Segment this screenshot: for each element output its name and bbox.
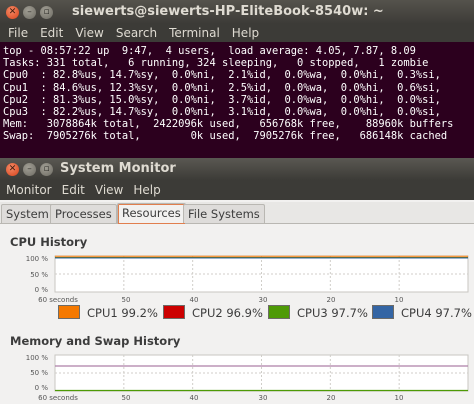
- tab-system[interactable]: System: [1, 204, 54, 223]
- sysmon-title: System Monitor: [60, 161, 176, 176]
- x-tick-60: 60 seconds: [38, 296, 78, 304]
- menu-monitor[interactable]: Monitor: [6, 183, 52, 197]
- menu-search[interactable]: Search: [116, 26, 157, 40]
- x-tick-50: 50: [122, 296, 131, 304]
- sysmon-menubar: Monitor Edit View Help: [0, 180, 474, 200]
- mem-x-tick-20: 20: [327, 394, 336, 402]
- cpu2-value: 96.9%: [226, 306, 263, 320]
- cpu4-legend: CPU4 97.7%: [401, 306, 472, 320]
- terminal-title: siewerts@siewerts-HP-EliteBook-8540w: ~: [72, 4, 384, 19]
- menu-edit[interactable]: Edit: [62, 183, 85, 197]
- top-summary-line: top - 08:57:22 up 9:47, 4 users, load av…: [3, 45, 416, 57]
- maximize-icon[interactable]: ▫: [40, 162, 53, 176]
- cpu-history-title: CPU History: [10, 235, 88, 249]
- minimize-icon[interactable]: –: [23, 162, 36, 176]
- y-tick-100: 100 %: [26, 255, 49, 263]
- maximize-icon[interactable]: ▫: [40, 5, 53, 19]
- menu-edit[interactable]: Edit: [40, 26, 63, 40]
- cpu4-color-swatch[interactable]: [372, 305, 394, 319]
- menu-file[interactable]: File: [8, 26, 28, 40]
- menu-view[interactable]: View: [95, 183, 123, 197]
- cpu3-name: CPU3: [297, 306, 328, 320]
- y-tick-50: 50 %: [30, 271, 48, 279]
- cpu2-line: Cpu2 : 81.3%us, 15.0%sy, 0.0%ni, 3.7%id,…: [3, 93, 441, 106]
- memory-history-graph: 100 % 50 % 0 % 60 seconds 50 40 30 20 10: [26, 354, 469, 402]
- cpu3-legend: CPU3 97.7%: [297, 306, 368, 320]
- cpu3-value: 97.7%: [331, 306, 368, 320]
- x-tick-40: 40: [190, 296, 199, 304]
- y-tick-0: 0 %: [35, 286, 49, 294]
- tasks-line: Tasks: 331 total, 6 running, 324 sleepin…: [3, 57, 429, 70]
- cpu0-line: Cpu0 : 82.8%us, 14.7%sy, 0.0%ni, 2.1%id,…: [3, 69, 441, 82]
- cpu1-name: CPU1: [87, 306, 118, 320]
- cpu1-line: Cpu1 : 84.6%us, 12.3%sy, 0.0%ni, 2.5%id,…: [3, 81, 441, 94]
- tab-processes[interactable]: Processes: [50, 204, 117, 223]
- swap-line: Swap: 7905276k total, 0k used, 7905276k …: [3, 130, 448, 143]
- terminal-titlebar[interactable]: ✕ – ▫ siewerts@siewerts-HP-EliteBook-854…: [0, 0, 474, 24]
- mem-y-tick-100: 100 %: [26, 354, 49, 362]
- mem-x-tick-60: 60 seconds: [38, 394, 78, 402]
- cpu2-color-swatch[interactable]: [163, 305, 185, 319]
- close-icon[interactable]: ✕: [6, 5, 19, 19]
- cpu4-value: 97.7%: [435, 306, 472, 320]
- mem-y-tick-50: 50 %: [30, 369, 48, 377]
- mem-x-tick-30: 30: [259, 394, 268, 402]
- close-icon[interactable]: ✕: [6, 162, 19, 176]
- x-tick-20: 20: [327, 296, 336, 304]
- mem-x-tick-40: 40: [190, 394, 199, 402]
- cpu2-legend: CPU2 96.9%: [192, 306, 263, 320]
- cpu1-value: 99.2%: [121, 306, 158, 320]
- system-monitor-window: ✕ – ▫ System Monitor Monitor Edit View H…: [0, 158, 474, 404]
- tab-resources[interactable]: Resources: [117, 203, 186, 224]
- terminal-output[interactable]: top - 08:57:22 up 9:47, 4 users, load av…: [0, 42, 474, 143]
- cpu1-legend: CPU1 99.2%: [87, 306, 158, 320]
- x-tick-10: 10: [395, 296, 404, 304]
- terminal-window: ✕ – ▫ siewerts@siewerts-HP-EliteBook-854…: [0, 0, 474, 160]
- menu-terminal[interactable]: Terminal: [169, 26, 220, 40]
- x-tick-30: 30: [259, 296, 268, 304]
- cpu3-color-swatch[interactable]: [268, 305, 290, 319]
- cpu3-line: Cpu3 : 82.2%us, 14.7%sy, 0.0%ni, 3.1%id,…: [3, 105, 441, 118]
- mem-x-tick-50: 50: [122, 394, 131, 402]
- mem-y-tick-0: 0 %: [35, 384, 49, 392]
- terminal-menubar: File Edit View Search Terminal Help: [0, 24, 474, 42]
- menu-help[interactable]: Help: [232, 26, 259, 40]
- cpu-series: [55, 255, 468, 259]
- cpu4-name: CPU4: [401, 306, 432, 320]
- mem-line: Mem: 3078864k total, 2422096k used, 6567…: [3, 118, 454, 131]
- minimize-icon[interactable]: –: [23, 5, 36, 19]
- cpu2-name: CPU2: [192, 306, 223, 320]
- memory-history-title: Memory and Swap History: [10, 334, 181, 348]
- cpu1-color-swatch[interactable]: [58, 305, 80, 319]
- tab-bar: System Processes Resources File Systems: [0, 202, 474, 224]
- menu-help[interactable]: Help: [133, 183, 160, 197]
- mem-x-tick-10: 10: [395, 394, 404, 402]
- sysmon-titlebar[interactable]: ✕ – ▫ System Monitor: [0, 158, 474, 180]
- menu-view[interactable]: View: [75, 26, 103, 40]
- tab-file-systems[interactable]: File Systems: [183, 204, 265, 223]
